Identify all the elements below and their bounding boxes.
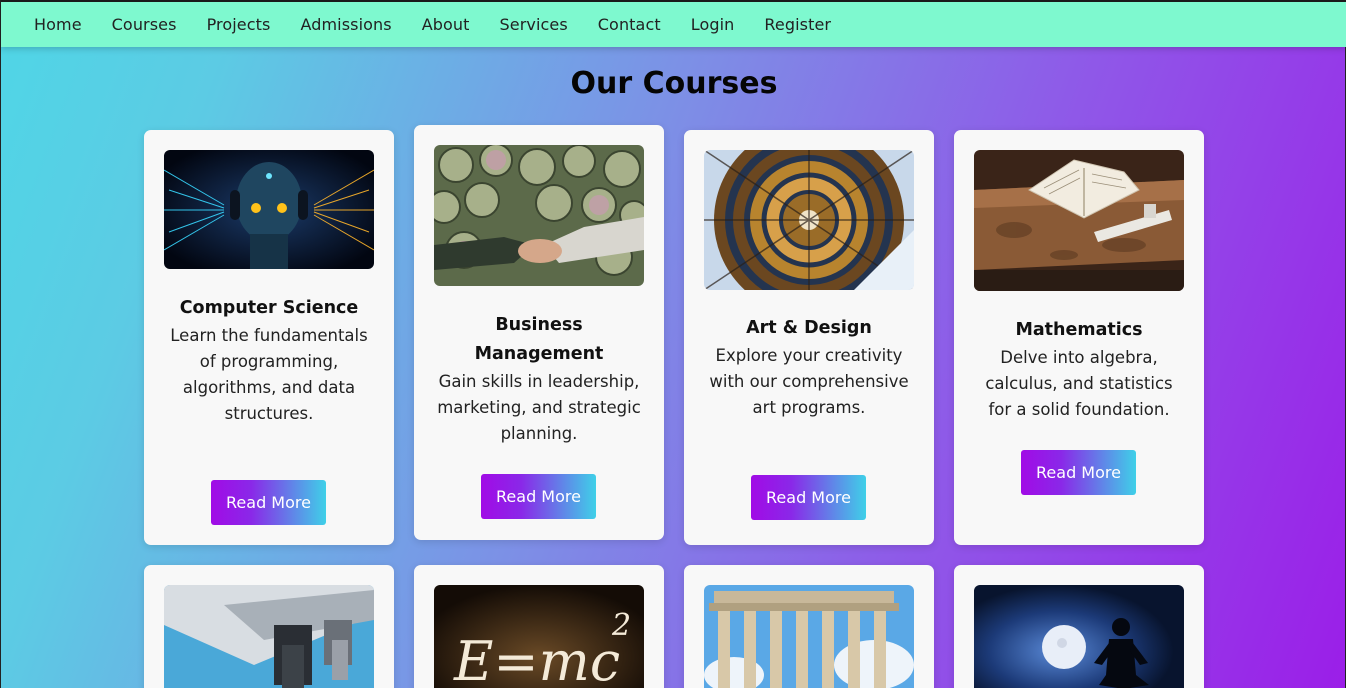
nav-register[interactable]: Register	[764, 15, 831, 34]
course-card-art-design: Art & Design Explore your creativity wit…	[684, 130, 934, 545]
course-card-row2-4	[954, 565, 1204, 688]
course-image-business-management	[434, 145, 644, 286]
course-image-microscope	[164, 585, 374, 688]
nav-projects[interactable]: Projects	[207, 15, 271, 34]
course-image-art-design	[704, 150, 914, 290]
course-card-row2-1	[144, 565, 394, 688]
read-more-button-computer-science[interactable]: Read More	[211, 480, 326, 525]
course-image-mathematics	[974, 150, 1184, 291]
read-more-button-business-management[interactable]: Read More	[481, 474, 596, 519]
nav-services[interactable]: Services	[500, 15, 568, 34]
read-more-button-mathematics[interactable]: Read More	[1021, 450, 1136, 495]
course-card-row2-2: E=mc 2	[414, 565, 664, 688]
course-card-computer-science: Computer Science Learn the fundamentals …	[144, 130, 394, 545]
page-title: Our Courses	[570, 66, 778, 101]
course-title-computer-science: Computer Science	[179, 298, 359, 318]
navbar: Home Courses Projects Admissions About S…	[1, 0, 1346, 47]
nav-about[interactable]: About	[422, 15, 470, 34]
course-title-mathematics: Mathematics	[1015, 320, 1143, 340]
course-card-mathematics: Mathematics Delve into algebra, calculus…	[954, 130, 1204, 545]
course-title-business-management: Business Management	[474, 315, 604, 364]
course-description-art-design: Explore your creativity with our compreh…	[709, 346, 909, 417]
nav-admissions[interactable]: Admissions	[300, 15, 391, 34]
course-title-art-design: Art & Design	[746, 318, 872, 338]
nav-home[interactable]: Home	[34, 15, 82, 34]
course-image-greek-ruins	[704, 585, 914, 688]
course-description-computer-science: Learn the fundamentals of programming, a…	[170, 326, 368, 423]
course-image-emc2: E=mc 2	[434, 585, 644, 688]
nav-contact[interactable]: Contact	[598, 15, 661, 34]
course-image-meditation	[974, 585, 1184, 688]
svg-text:2: 2	[611, 608, 631, 643]
course-card-business-management: Business Management Gain skills in leade…	[414, 125, 664, 540]
nav-login[interactable]: Login	[691, 15, 735, 34]
read-more-button-art-design[interactable]: Read More	[751, 475, 866, 520]
course-image-computer-science	[164, 150, 374, 269]
svg-text:E=mc: E=mc	[453, 630, 620, 688]
course-description-mathematics: Delve into algebra, calculus, and statis…	[985, 348, 1173, 419]
nav-courses[interactable]: Courses	[112, 15, 177, 34]
course-description-business-management: Gain skills in leadership, marketing, an…	[437, 372, 641, 443]
course-card-row2-3	[684, 565, 934, 688]
